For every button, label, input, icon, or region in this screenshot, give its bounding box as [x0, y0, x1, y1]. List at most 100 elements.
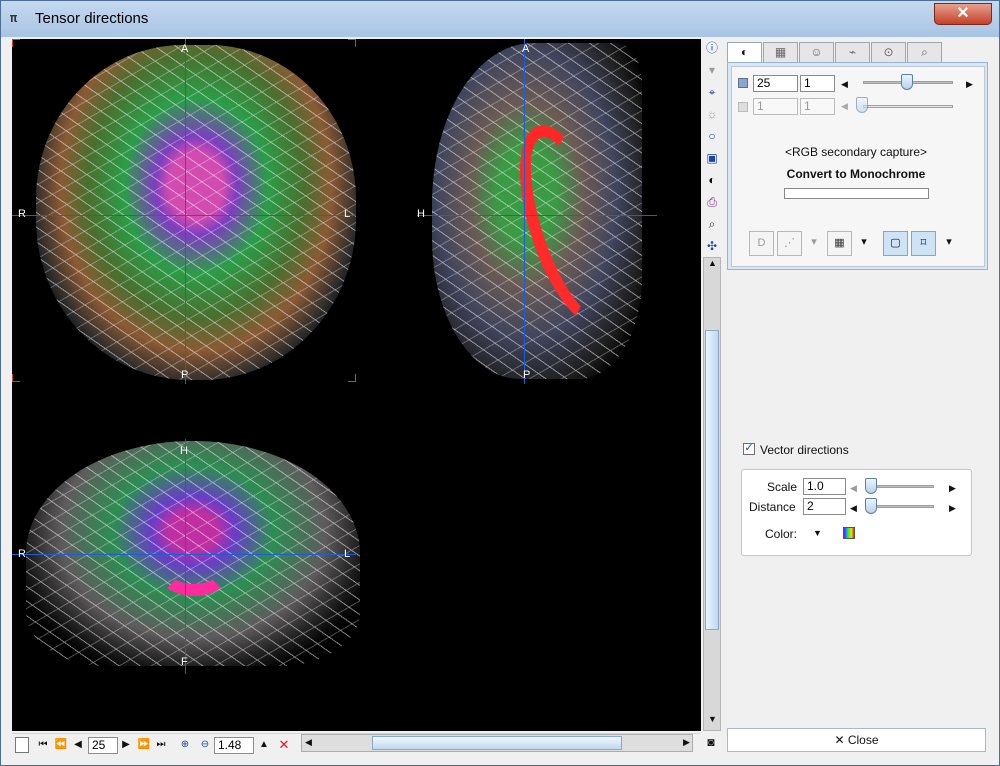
title-bar: π Tensor directions ✕ [1, 1, 999, 37]
scale-right-arrow-icon[interactable]: ▶ [949, 483, 956, 494]
zoom-in-icon[interactable]: ⊕ [178, 737, 192, 753]
distance-left-arrow-icon[interactable]: ◀ [850, 503, 857, 514]
coronal-foot-label: F [181, 656, 188, 668]
axial-posterior-label: P [181, 369, 189, 381]
secondary-slice-slider-knob[interactable] [856, 97, 868, 113]
contrast-icon[interactable]: ◐ [705, 173, 719, 187]
tensor-image-viewer[interactable]: A P R L A P H H F R L [12, 39, 701, 731]
secondary-slice-checkbox[interactable] [738, 102, 748, 112]
convert-monochrome-label[interactable]: Convert to Monochrome [761, 167, 951, 181]
primary-slice-field[interactable]: 25 [753, 75, 798, 92]
crosshair-tool-icon[interactable]: ⌖ [705, 85, 719, 99]
slice-number-field[interactable]: 25 [88, 737, 118, 754]
sagittal-horizontal-crosshair [417, 215, 657, 216]
fast-back-icon[interactable]: ⏪ [54, 737, 68, 753]
scroll-up-icon[interactable]: ▲ [708, 258, 717, 268]
printer-icon[interactable]: ⎙ [705, 195, 719, 209]
window-title: Tensor directions [35, 10, 149, 27]
primary-slice-slider-knob[interactable] [901, 74, 913, 90]
horizontal-scrollbar[interactable]: ◀ ▶ [301, 734, 693, 752]
zoom-out-icon[interactable]: ⊖ [198, 737, 212, 753]
vector-directions-checkbox[interactable]: ✓ [743, 443, 755, 455]
pattern-dropdown-icon[interactable]: ▾ [940, 231, 958, 256]
tab-user[interactable]: ☺ [799, 42, 834, 62]
vertical-scroll-thumb[interactable] [705, 330, 719, 630]
distance-right-arrow-icon[interactable]: ▶ [949, 503, 956, 514]
vertical-scrollbar[interactable]: ▲ ▼ [703, 257, 721, 731]
zoom-box-icon[interactable]: ▣ [705, 151, 719, 165]
person-icon: ☺ [810, 45, 823, 59]
vector-directions-label: Vector directions [760, 443, 849, 457]
next-slice-icon[interactable]: ▶ [120, 737, 132, 753]
zoom-factor-field[interactable]: 1.48 [214, 737, 254, 754]
shape-button[interactable]: ▢ [883, 231, 908, 256]
capture-icon[interactable]: ◙ [704, 735, 718, 749]
axial-right-label: R [18, 208, 26, 220]
sagittal-head-label: H [417, 208, 425, 220]
primary-slice-checkbox[interactable] [738, 78, 748, 88]
axial-selection-corner [12, 374, 20, 382]
axial-vertical-crosshair [185, 39, 186, 384]
tab-probe[interactable]: ⌕ [907, 42, 942, 62]
grid-dropdown-icon[interactable]: ▾ [855, 231, 873, 256]
tab-layout[interactable]: ▦ [763, 42, 798, 62]
bottom-checkbox[interactable] [15, 737, 29, 753]
window-close-button[interactable]: ✕ [934, 3, 992, 25]
scale-label: Scale [767, 480, 798, 494]
scroll-down-icon[interactable]: ▼ [708, 714, 717, 724]
axial-anterior-label: A [181, 43, 189, 55]
scroll-left-icon[interactable]: ◀ [305, 737, 312, 748]
tab-signal[interactable]: ⊙ [871, 42, 906, 62]
scale-left-arrow-icon[interactable]: ◀ [850, 483, 857, 494]
axial-left-label: L [344, 208, 351, 220]
first-slice-icon[interactable]: ⏮ [37, 737, 49, 753]
pattern-button[interactable]: ⌑ [911, 231, 936, 256]
axial-tensor-view[interactable] [36, 45, 356, 380]
distance-label: Distance [749, 500, 796, 514]
settings-tabs: ◐ ▦ ☺ ⌁ ⊙ ⌕ [727, 42, 989, 63]
grid-button[interactable]: ▦ [827, 231, 852, 256]
filter-button[interactable]: ⋰ [777, 231, 802, 256]
sagittal-vertical-crosshair [524, 39, 525, 384]
filter-dropdown-icon[interactable]: ▾ [805, 231, 823, 256]
probe-icon[interactable]: ⌕ [705, 217, 719, 231]
last-slice-icon[interactable]: ⏭ [155, 737, 167, 753]
color-dropdown-icon[interactable]: ▼ [813, 528, 822, 538]
secondary-slice-field[interactable]: 1 [753, 98, 798, 115]
capture-mode-label: <RGB secondary capture> [784, 145, 928, 159]
axial-selection-corner [12, 39, 20, 47]
dropdown-arrow-icon[interactable]: ▾ [705, 63, 719, 77]
tab-display[interactable]: ◐ [727, 42, 762, 63]
distance-slider[interactable] [870, 505, 934, 508]
secondary-slice-slider[interactable] [863, 105, 953, 108]
secondary-step-field[interactable]: 1 [800, 98, 835, 115]
close-button[interactable]: ✕ Close [727, 728, 986, 752]
move-tool-icon[interactable]: ✣ [705, 239, 719, 253]
axial-selection-corner [348, 374, 356, 382]
coronal-right-label: R [18, 548, 26, 560]
previous-slice-icon[interactable]: ◀ [72, 737, 84, 753]
pmod-app-icon: π [10, 11, 18, 25]
contrast-icon: ◐ [740, 45, 749, 59]
primary-step-field[interactable]: 1 [800, 75, 835, 92]
scale-slider-knob[interactable] [865, 478, 877, 494]
circle-tool-icon[interactable]: ○ [705, 129, 719, 143]
zoom-increment-icon[interactable]: ▲ [258, 737, 270, 753]
fast-forward-icon[interactable]: ⏩ [137, 737, 151, 753]
info-icon[interactable]: ⓘ [705, 41, 719, 55]
distance-field[interactable]: 2 [803, 498, 846, 515]
left-arrow-icon[interactable]: ◀ [841, 101, 848, 112]
scale-field[interactable]: 1.0 [803, 478, 846, 495]
color-map-icon[interactable] [843, 527, 855, 539]
scroll-right-icon[interactable]: ▶ [683, 737, 690, 748]
right-arrow-icon[interactable]: ▶ [966, 79, 973, 90]
reset-zoom-icon[interactable]: ✕ [278, 737, 290, 753]
rgb-mode-button[interactable]: D [749, 231, 774, 256]
tab-chart[interactable]: ⌁ [835, 42, 870, 62]
horizontal-scroll-thumb[interactable] [372, 736, 622, 750]
scale-slider[interactable] [870, 485, 934, 488]
close-icon: ✕ [834, 733, 848, 747]
sun-tool-icon[interactable]: ☼ [705, 107, 719, 121]
left-arrow-icon[interactable]: ◀ [841, 79, 848, 90]
distance-slider-knob[interactable] [865, 498, 877, 514]
